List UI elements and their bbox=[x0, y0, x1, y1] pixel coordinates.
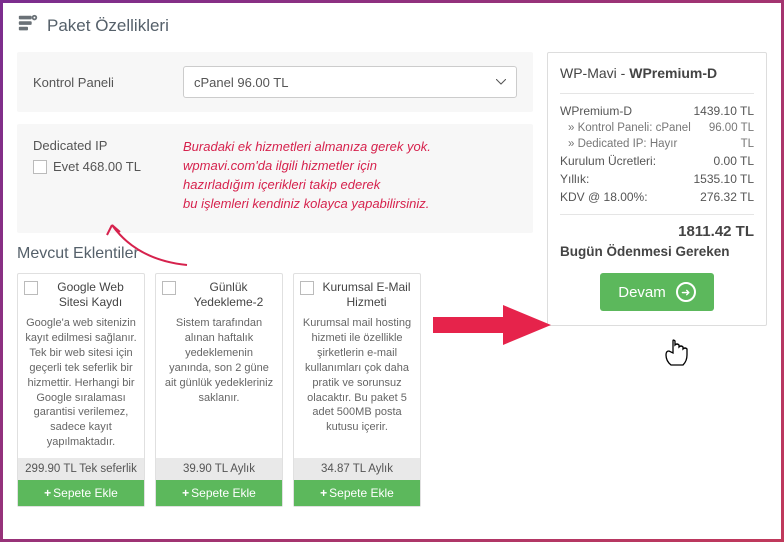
summary-subrow: » Kontrol Paneli: cPanel96.00 TL bbox=[560, 120, 754, 136]
summary-subrow: » Dedicated IP: HayırTL bbox=[560, 136, 754, 152]
addon-description: Google'a web sitenizin kayıt edilmesi sa… bbox=[18, 314, 144, 458]
add-to-cart-button[interactable]: +Sepete Ekle bbox=[156, 480, 282, 506]
dedicated-ip-option-label: Evet 468.00 TL bbox=[53, 159, 141, 174]
summary-title: WP-Mavi - WPremium-D bbox=[560, 65, 754, 81]
summary-row: Kurulum Ücretleri:0.00 TL bbox=[560, 152, 754, 170]
addon-card: Kurumsal E-Mail Hizmeti Kurumsal mail ho… bbox=[293, 273, 421, 507]
summary-due-label: Bugün Ödenmesi Gereken bbox=[560, 244, 754, 259]
page-title: Paket Özellikleri bbox=[47, 16, 169, 36]
dedicated-ip-label: Dedicated IP bbox=[33, 138, 163, 153]
kontrol-panel-select[interactable]: cPanel 96.00 TL bbox=[183, 66, 517, 98]
addon-name: Google Web Sitesi Kaydı bbox=[43, 280, 138, 310]
addon-price: 39.90 TL Aylık bbox=[156, 458, 282, 480]
plus-icon: + bbox=[44, 486, 51, 500]
addon-checkbox[interactable] bbox=[162, 281, 176, 295]
addon-card: Google Web Sitesi Kaydı Google'a web sit… bbox=[17, 273, 145, 507]
arrow-right-circle-icon: ➜ bbox=[676, 282, 696, 302]
kontrol-panel-section: Kontrol Paneli cPanel 96.00 TL bbox=[17, 52, 533, 112]
continue-button[interactable]: Devam ➜ bbox=[600, 273, 714, 311]
addon-name: Günlük Yedekleme-2 bbox=[181, 280, 276, 310]
addon-card: Günlük Yedekleme-2 Sistem tarafından alı… bbox=[155, 273, 283, 507]
addon-name: Kurumsal E-Mail Hizmeti bbox=[319, 280, 414, 310]
addon-description: Kurumsal mail hosting hizmeti ile özelli… bbox=[294, 314, 420, 458]
add-to-cart-button[interactable]: +Sepete Ekle bbox=[294, 480, 420, 506]
add-to-cart-button[interactable]: +Sepete Ekle bbox=[18, 480, 144, 506]
plus-icon: + bbox=[320, 486, 327, 500]
checkbox-icon bbox=[33, 160, 47, 174]
addon-description: Sistem tarafından alınan haftalık yedekl… bbox=[156, 314, 282, 458]
dedicated-ip-checkbox[interactable]: Evet 468.00 TL bbox=[33, 159, 163, 174]
addon-price: 299.90 TL Tek seferlik bbox=[18, 458, 144, 480]
addon-checkbox[interactable] bbox=[300, 281, 314, 295]
summary-total: 1811.42 TL bbox=[560, 223, 754, 240]
plus-icon: + bbox=[182, 486, 189, 500]
addons-section-title: Mevcut Eklentiler bbox=[17, 245, 533, 263]
addon-price: 34.87 TL Aylık bbox=[294, 458, 420, 480]
summary-row: WPremium-D1439.10 TL bbox=[560, 102, 754, 120]
kontrol-panel-label: Kontrol Paneli bbox=[33, 75, 163, 90]
order-summary: WP-Mavi - WPremium-D WPremium-D1439.10 T… bbox=[547, 52, 767, 326]
summary-row: KDV @ 18.00%:276.32 TL bbox=[560, 188, 754, 206]
server-settings-icon bbox=[17, 13, 39, 38]
addon-checkbox[interactable] bbox=[24, 281, 38, 295]
dedicated-ip-section: Dedicated IP Evet 468.00 TL Buradaki ek … bbox=[17, 124, 533, 233]
page-header: Paket Özellikleri bbox=[17, 13, 767, 38]
annotation-text: Buradaki ek hizmetleri almanıza gerek yo… bbox=[183, 138, 431, 213]
addons-list: Google Web Sitesi Kaydı Google'a web sit… bbox=[17, 273, 533, 507]
summary-row: Yıllık:1535.10 TL bbox=[560, 170, 754, 188]
